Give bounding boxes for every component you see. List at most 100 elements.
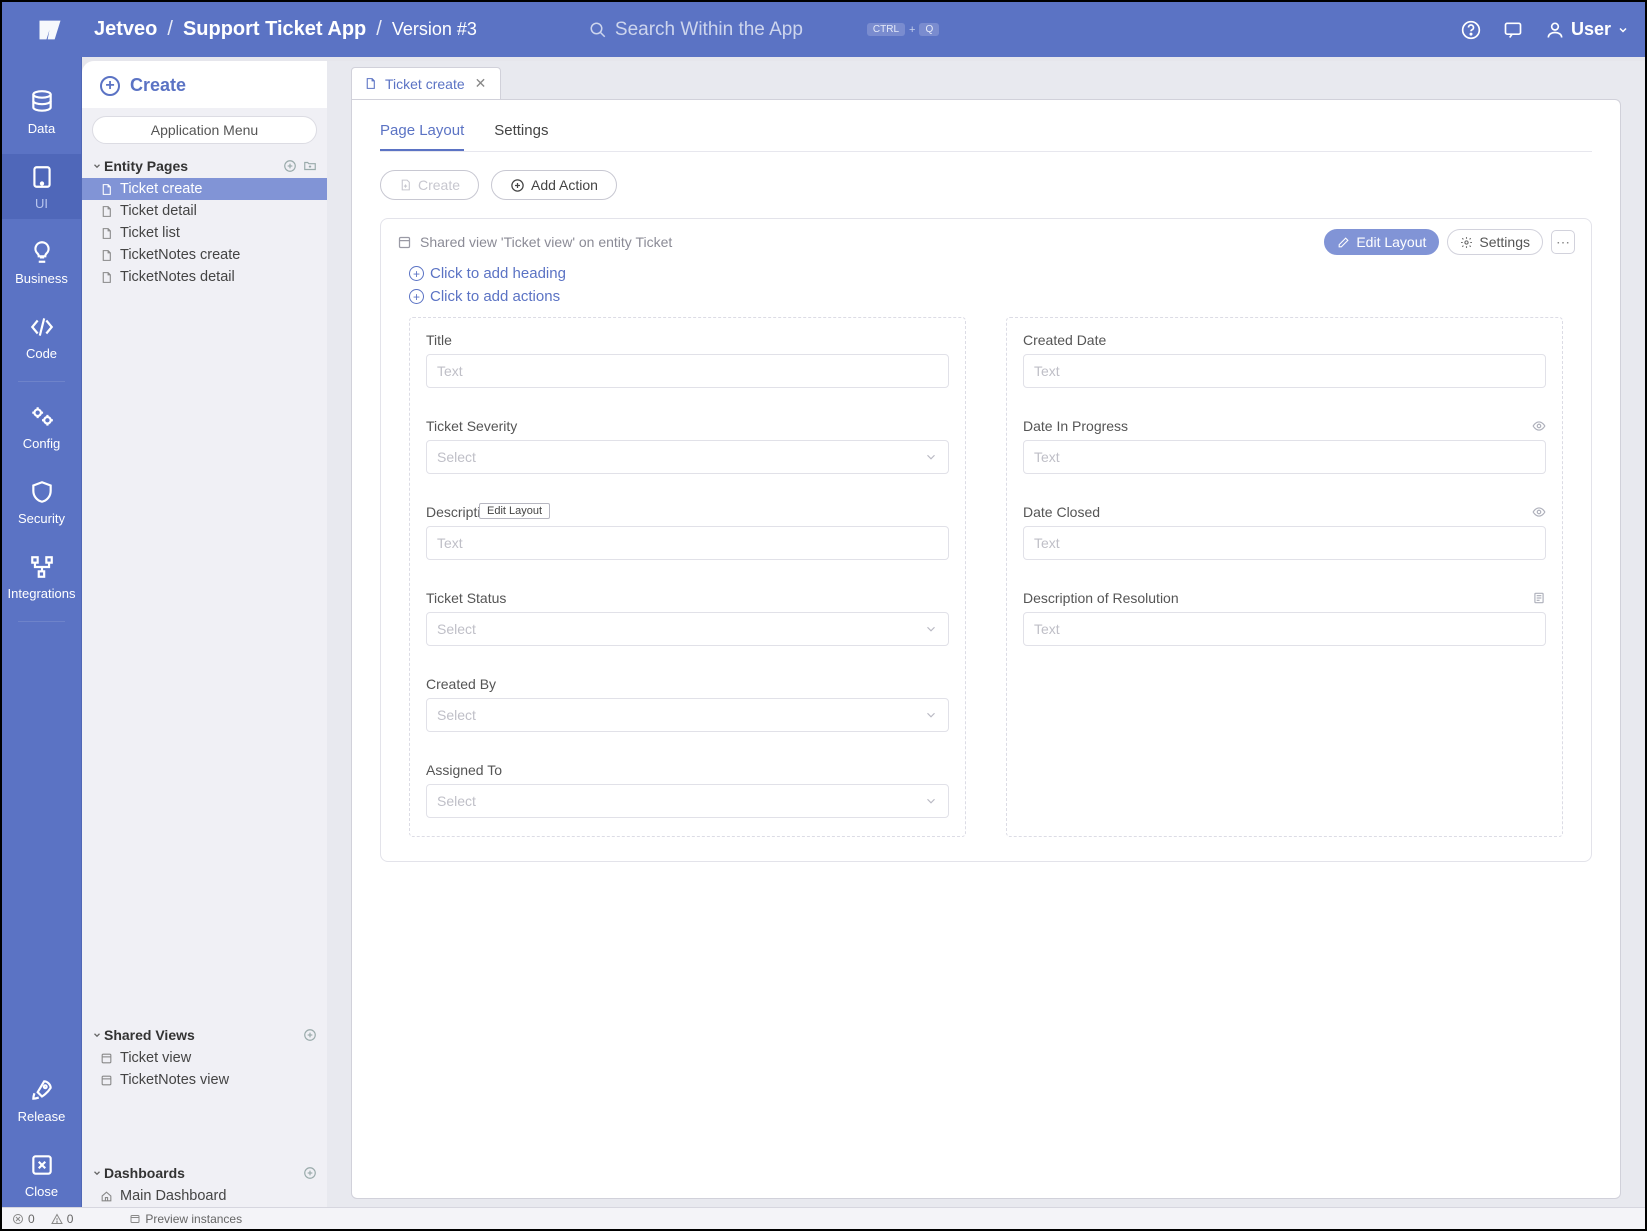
code-icon: [29, 314, 55, 340]
text-input[interactable]: Text: [1023, 612, 1546, 646]
group-dashboards[interactable]: Dashboards: [82, 1161, 327, 1185]
kbd-hint: CTRL + Q: [867, 23, 939, 36]
file-icon: [364, 76, 377, 91]
open-tabs: Ticket create ✕: [327, 61, 1645, 99]
sidebar-item[interactable]: Ticket list: [82, 222, 327, 244]
tab-ticket-create[interactable]: Ticket create ✕: [351, 67, 501, 99]
user-menu[interactable]: User: [1545, 19, 1629, 40]
form-field[interactable]: Assigned To Select: [426, 762, 949, 818]
nav-release[interactable]: Release: [2, 1067, 81, 1132]
field-label: Ticket Status: [426, 590, 949, 606]
select-input[interactable]: Select: [426, 698, 949, 732]
form-field[interactable]: Created By Select: [426, 676, 949, 732]
help-icon[interactable]: [1461, 20, 1481, 40]
select-input[interactable]: Select: [426, 612, 949, 646]
app-logo[interactable]: [18, 16, 82, 44]
search-icon: [589, 21, 607, 39]
shield-icon: [29, 479, 55, 505]
chevron-down-icon: [924, 794, 938, 808]
add-heading-link[interactable]: + Click to add heading: [409, 265, 1575, 282]
chevron-down-icon: [924, 622, 938, 636]
form-field[interactable]: Created Date Text: [1023, 332, 1546, 388]
inner-tabs: Page Layout Settings: [380, 122, 1592, 152]
errors-count[interactable]: 0: [12, 1212, 35, 1226]
text-input[interactable]: Text: [426, 354, 949, 388]
sidebar-item[interactable]: Ticket view: [82, 1047, 327, 1069]
select-input[interactable]: Select: [426, 440, 949, 474]
tab-settings[interactable]: Settings: [494, 122, 548, 151]
sidebar-item[interactable]: TicketNotes detail: [82, 266, 327, 288]
file-plus-icon: [399, 178, 412, 192]
tablet-icon: [29, 164, 55, 190]
text-input[interactable]: Text: [1023, 354, 1546, 388]
layout-box: Shared view 'Ticket view' on entity Tick…: [380, 218, 1592, 862]
add-icon[interactable]: [283, 159, 297, 173]
form-column-right[interactable]: Created Date Text Date In Progress Text …: [1006, 317, 1563, 837]
nav-close[interactable]: Close: [2, 1142, 81, 1207]
field-label: Title: [426, 332, 949, 348]
search-input[interactable]: [615, 19, 855, 41]
edit-layout-button[interactable]: Edit Layout: [1324, 229, 1439, 255]
nav-data[interactable]: Data: [2, 79, 81, 144]
sidebar-item[interactable]: Ticket create: [82, 178, 327, 200]
error-icon: [12, 1213, 24, 1225]
nav-code[interactable]: Code: [2, 304, 81, 369]
form-field[interactable]: Description Text: [426, 504, 949, 560]
field-label: Date Closed: [1023, 504, 1546, 520]
nav-config[interactable]: Config: [2, 394, 81, 459]
nav-integrations[interactable]: Integrations: [2, 544, 81, 609]
breadcrumb-root[interactable]: Jetveo: [94, 18, 157, 41]
add-actions-link[interactable]: + Click to add actions: [409, 288, 1575, 305]
feedback-icon[interactable]: [1503, 20, 1523, 40]
warnings-count[interactable]: 0: [51, 1212, 74, 1226]
form-field[interactable]: Description of Resolution Text: [1023, 590, 1546, 646]
gear-icon: [1460, 236, 1473, 249]
close-tab-icon[interactable]: ✕: [473, 75, 489, 92]
form-field[interactable]: Date In Progress Text: [1023, 418, 1546, 474]
nodes-icon: [29, 554, 55, 580]
layout-settings-button[interactable]: Settings: [1447, 229, 1543, 255]
view-icon: [397, 235, 412, 250]
group-shared-views[interactable]: Shared Views: [82, 1023, 327, 1047]
add-icon[interactable]: [303, 1028, 317, 1042]
select-input[interactable]: Select: [426, 784, 949, 818]
add-icon[interactable]: [303, 1166, 317, 1180]
text-input[interactable]: Text: [426, 526, 949, 560]
chevron-down-icon: [924, 708, 938, 722]
sidebar-item[interactable]: TicketNotes view: [82, 1069, 327, 1091]
form-column-left[interactable]: Title Text Ticket Severity Select Descri…: [409, 317, 966, 837]
more-options-button[interactable]: ⋯: [1551, 230, 1575, 254]
nav-security[interactable]: Security: [2, 469, 81, 534]
text-input[interactable]: Text: [1023, 526, 1546, 560]
create-page-button[interactable]: Create: [380, 170, 479, 200]
content-area: Ticket create ✕ Page Layout Settings Cre…: [327, 61, 1645, 1207]
sidebar-item[interactable]: Ticket detail: [82, 200, 327, 222]
breadcrumb-version[interactable]: Version #3: [392, 19, 477, 40]
search-box[interactable]: CTRL + Q: [589, 19, 939, 41]
application-menu-button[interactable]: Application Menu: [92, 116, 317, 144]
form-field[interactable]: Ticket Severity Select: [426, 418, 949, 474]
field-label: Ticket Severity: [426, 418, 949, 434]
group-entity-pages[interactable]: Entity Pages: [82, 154, 327, 178]
nav-ui[interactable]: UI: [2, 154, 81, 219]
chevron-down-icon: [92, 161, 102, 171]
sidebar-item[interactable]: TicketNotes create: [82, 244, 327, 266]
form-field[interactable]: Title Text: [426, 332, 949, 388]
folder-add-icon[interactable]: [303, 159, 317, 173]
nav-business[interactable]: Business: [2, 229, 81, 294]
create-button[interactable]: + Create: [82, 61, 327, 108]
plus-circle-icon: +: [100, 76, 120, 96]
chevron-down-icon: [92, 1030, 102, 1040]
form-field[interactable]: Ticket Status Select: [426, 590, 949, 646]
edit-icon: [1337, 236, 1350, 249]
sidebar-item[interactable]: Main Dashboard: [82, 1185, 327, 1207]
window-icon: [129, 1213, 141, 1225]
text-input[interactable]: Text: [1023, 440, 1546, 474]
add-action-button[interactable]: Add Action: [491, 170, 617, 200]
breadcrumb-app[interactable]: Support Ticket App: [183, 18, 366, 41]
preview-instances[interactable]: Preview instances: [129, 1212, 242, 1226]
field-label: Created Date: [1023, 332, 1546, 348]
status-bar: 0 0 Preview instances: [2, 1207, 1645, 1229]
form-field[interactable]: Date Closed Text: [1023, 504, 1546, 560]
tab-page-layout[interactable]: Page Layout: [380, 122, 464, 151]
